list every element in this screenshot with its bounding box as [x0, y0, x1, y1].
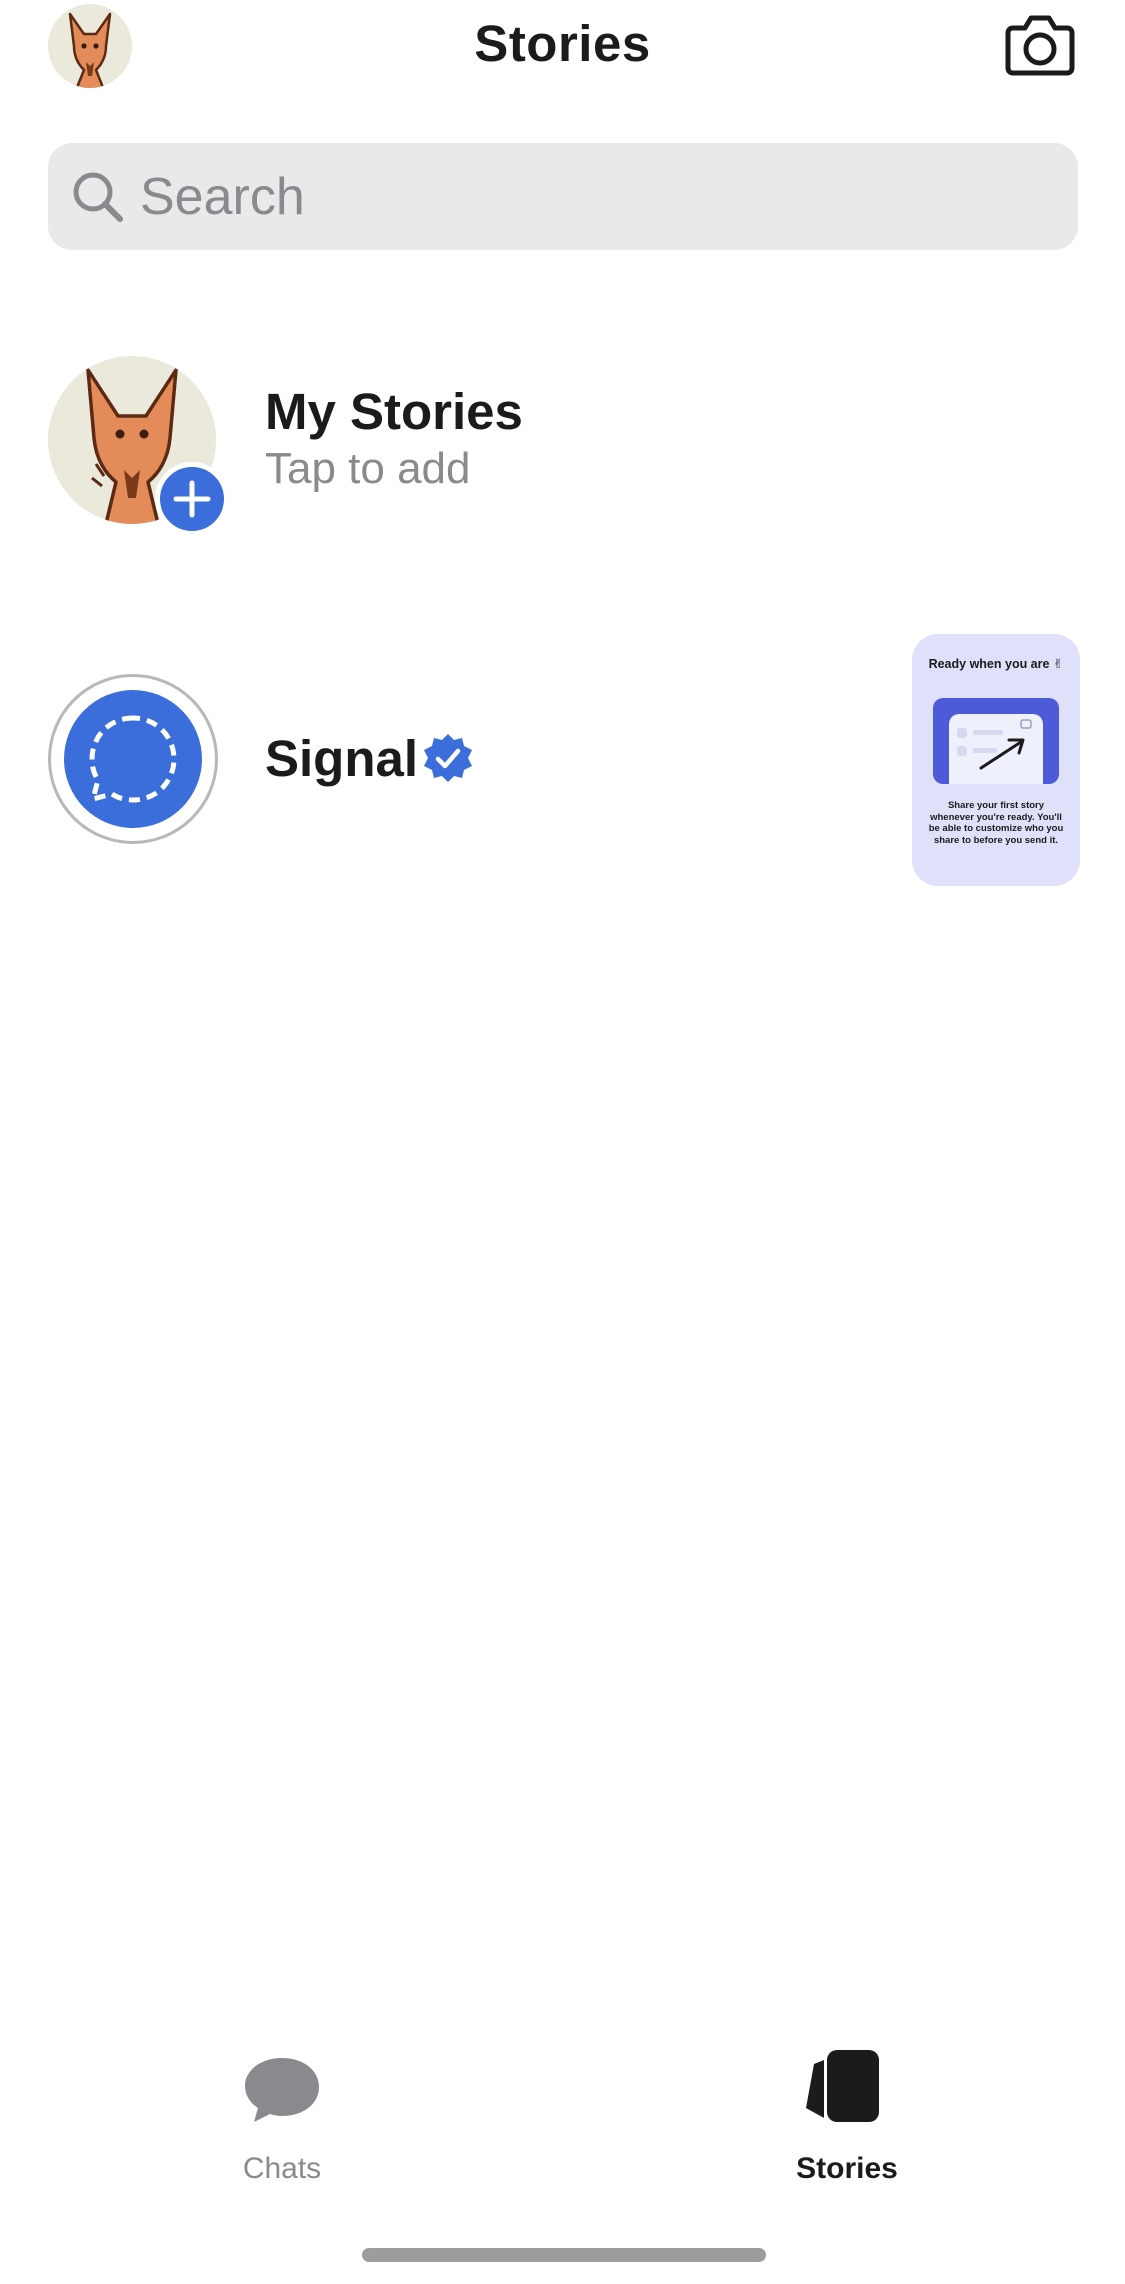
header: Stories [0, 0, 1125, 120]
thumbnail-illustration [933, 698, 1059, 784]
camera-icon [1005, 15, 1075, 76]
search-bar[interactable] [48, 143, 1078, 250]
tab-chats-label: Chats [242, 2152, 322, 2185]
camera-button[interactable] [1005, 12, 1075, 78]
chat-bubble-icon [245, 2058, 319, 2122]
page-title: Stories [474, 15, 651, 72]
my-stories-row[interactable]: My Stories Tap to add [0, 340, 1125, 540]
thumbnail-title: Ready when you are ✌ [928, 657, 1064, 671]
thumbnail-emoji: ✌ [1052, 657, 1064, 671]
signal-logo-icon [64, 690, 202, 828]
signal-story-row[interactable]: Signal Ready when you are ✌ Share your f… [0, 630, 1125, 890]
my-stories-title: My Stories [265, 383, 523, 440]
signal-avatar [48, 674, 218, 844]
home-indicator [362, 2248, 766, 2262]
my-stories-subtitle: Tap to add [265, 444, 471, 493]
add-story-badge[interactable] [155, 462, 229, 536]
story-thumbnail[interactable]: Ready when you are ✌ Share your first st… [912, 634, 1080, 886]
stories-icon [806, 2050, 879, 2122]
signal-name: Signal [265, 730, 419, 787]
tab-stories-label: Stories [796, 2152, 898, 2185]
thumbnail-body: Share your first story whenever you're r… [928, 800, 1064, 846]
verified-badge-icon [422, 732, 474, 784]
search-icon [73, 172, 123, 222]
plus-icon [173, 480, 211, 518]
search-input[interactable] [140, 143, 1040, 250]
tab-chats[interactable]: Chats [132, 2040, 432, 2190]
tab-stories[interactable]: Stories [697, 2040, 997, 2190]
